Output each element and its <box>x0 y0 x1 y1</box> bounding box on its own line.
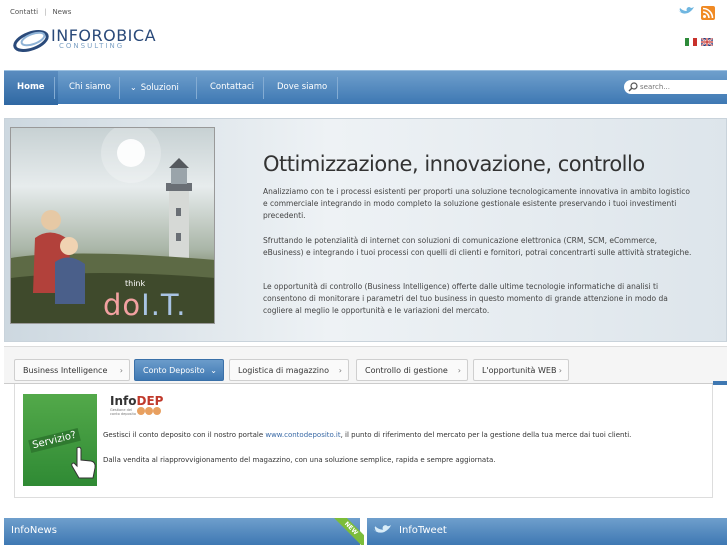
pointing-hand-icon <box>71 446 96 479</box>
infonews-header: InfoNews NEW <box>4 518 364 545</box>
nav-home[interactable]: Home <box>4 71 58 105</box>
chevron-right-icon: › <box>558 366 562 375</box>
hero-paragraph-1: Analizziamo con te i processi esistenti … <box>263 187 690 220</box>
panel-line-1: Gestisci il conto deposito con il nostro… <box>103 431 631 439</box>
chevron-right-icon: › <box>457 366 461 375</box>
nav-dove-siamo[interactable]: Dove siamo <box>277 71 327 105</box>
it-word: I.T. <box>141 288 187 322</box>
tab-conto-deposito[interactable]: Conto Deposito ⌄ <box>134 359 224 381</box>
nav-contattaci[interactable]: Contattaci <box>210 71 254 105</box>
tab-label: Logistica di magazzino <box>238 366 329 375</box>
english-flag-icon[interactable] <box>701 38 713 46</box>
language-switcher <box>685 38 713 46</box>
tab-business-intelligence[interactable]: Business Intelligence › <box>14 359 130 381</box>
chevron-right-icon: › <box>338 366 342 375</box>
infodep-info: Info <box>110 394 137 408</box>
servizio-promo[interactable]: Servizio? <box>23 394 97 486</box>
tab-logistica-di-magazzino[interactable]: Logistica di magazzino › <box>229 359 349 381</box>
tab-panel-conto-deposito: Servizio? InfoDEP Gestione del conto dep… <box>14 384 713 498</box>
chevron-right-icon: › <box>119 366 123 375</box>
hero-title: Ottimizzazione, innovazione, controllo <box>263 152 645 176</box>
nav-divider <box>263 77 264 99</box>
infodep-logo: InfoDEP Gestione del conto deposito <box>110 394 163 416</box>
nav-divider <box>196 77 197 99</box>
nav-divider <box>337 77 338 99</box>
panel-line-1-text: Gestisci il conto deposito con il nostro… <box>103 431 266 439</box>
hero-paragraph-2: Sfruttando le potenzialità di internet c… <box>263 236 692 257</box>
tab-label: Business Intelligence <box>23 366 108 375</box>
twitter-bird-icon <box>372 525 392 533</box>
new-ribbon-label: NEW <box>331 518 364 545</box>
main-nav: Home Chi siamo ⌄ Soluzioni Contattaci Dov… <box>4 70 727 105</box>
hero-banner: think doI.T. Ottimizzazione, innovazione… <box>4 118 727 342</box>
tabs-accent <box>713 381 727 385</box>
nav-soluzioni-label: Soluzioni <box>140 83 179 93</box>
logo-swirl-icon <box>13 29 49 53</box>
chevron-down-icon: ⌄ <box>130 83 137 92</box>
tab-controllo-di-gestione[interactable]: Controllo di gestione › <box>356 359 468 381</box>
separator: | <box>44 8 47 16</box>
infotweet-header: InfoTweet <box>367 518 727 545</box>
infonews-title: InfoNews <box>11 525 57 536</box>
italian-flag-icon[interactable] <box>685 38 697 46</box>
nav-soluzioni[interactable]: ⌄ Soluzioni <box>130 71 179 105</box>
do-word: do <box>103 288 142 322</box>
twitter-bird-icon[interactable] <box>677 6 695 20</box>
rss-icon[interactable] <box>701 6 715 20</box>
hero-image: think doI.T. <box>10 127 215 324</box>
top-links: Contatti | News <box>10 8 71 16</box>
news-link[interactable]: News <box>52 8 71 16</box>
nav-divider <box>54 77 55 99</box>
think-text: think <box>125 279 146 288</box>
tab-label: Conto Deposito <box>143 366 205 375</box>
magnifier-icon[interactable] <box>628 82 638 92</box>
panel-line-1-text-end: , il punto di riferimento del mercato pe… <box>340 431 632 439</box>
logo-tagline: CONSULTING <box>59 42 125 50</box>
nav-divider <box>119 77 120 99</box>
panel-line-2: Dalla vendita al riapprovvigionamento de… <box>103 456 496 464</box>
gears-icon <box>137 407 161 415</box>
do-it-text: doI.T. <box>103 288 186 322</box>
site-logo[interactable]: INFOROBICA CONSULTING <box>12 25 162 57</box>
contatti-link[interactable]: Contatti <box>10 8 38 16</box>
tab-label: L'opportunità WEB <box>482 366 557 375</box>
search-box <box>624 80 727 94</box>
chevron-down-icon: ⌄ <box>210 366 217 375</box>
hero-paragraph-3: Le opportunità di controllo (Business In… <box>263 282 668 315</box>
infotweet-title: InfoTweet <box>399 525 447 536</box>
solutions-tabs: Business Intelligence › Conto Deposito ⌄ L… <box>4 346 727 385</box>
tab-opportunita-web[interactable]: L'opportunità WEB › <box>473 359 569 381</box>
contodeposito-link[interactable]: www.contodeposito.it <box>265 431 340 439</box>
tab-label: Controllo di gestione <box>365 366 448 375</box>
social-links <box>677 6 715 20</box>
nav-chi-siamo[interactable]: Chi siamo <box>69 71 111 105</box>
search-input[interactable] <box>640 81 720 93</box>
new-ribbon: NEW <box>330 518 364 545</box>
